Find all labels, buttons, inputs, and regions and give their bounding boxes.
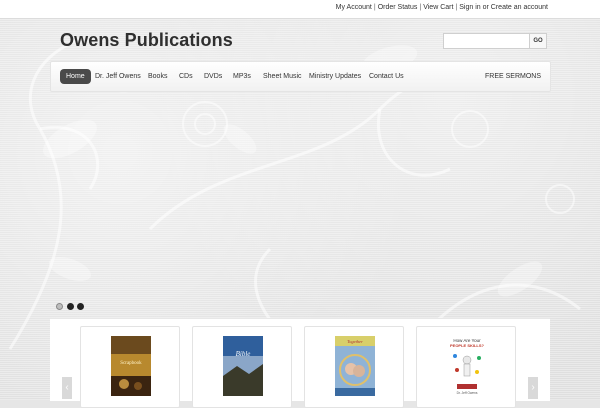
view-cart-link[interactable]: View Cart <box>423 4 453 11</box>
nav-mp3s[interactable]: MP3s <box>233 69 251 84</box>
account-links: My Account | Order Status | View Cart | Sign i… <box>336 4 548 11</box>
product-card[interactable]: Scrapbook <box>80 326 180 408</box>
nav-dvds[interactable]: DVDs <box>204 69 222 84</box>
nav-sheet-music[interactable]: Sheet Music <box>263 69 302 84</box>
cover-title: Scrapbook <box>120 361 142 366</box>
product-card[interactable]: How Are Your PEOPLE SKILLS? Dr. Jeff Owe… <box>416 326 516 408</box>
cover-author: Dr. Jeff Owens <box>457 391 478 395</box>
carousel-next-button[interactable]: › <box>528 377 538 399</box>
carousel-prev-button[interactable]: ‹ <box>62 377 72 399</box>
cover-line2: PEOPLE SKILLS? <box>450 343 485 348</box>
my-account-link[interactable]: My Account <box>336 4 372 11</box>
slider-dot-2[interactable] <box>67 303 74 310</box>
order-status-link[interactable]: Order Status <box>378 4 418 11</box>
create-account-link[interactable]: Create an account <box>491 4 548 11</box>
slider-dot-3[interactable] <box>77 303 84 310</box>
site-title[interactable]: Owens Publications <box>60 30 233 51</box>
product-card[interactable]: Bible <box>192 326 292 408</box>
slider-dot-1[interactable] <box>56 303 63 310</box>
nav-free-sermons[interactable]: FREE SERMONS <box>485 69 541 84</box>
product-cover-image: Together <box>335 336 375 396</box>
cover-title: Together <box>347 339 363 344</box>
search-go-button[interactable]: GO <box>529 33 547 49</box>
nav-cds[interactable]: CDs <box>179 69 193 84</box>
product-cover-image: Scrapbook <box>111 336 151 396</box>
cover-title: Bible <box>236 350 251 358</box>
top-utility-bar: My Account | Order Status | View Cart | Sign i… <box>0 0 600 19</box>
nav-dr-jeff-owens[interactable]: Dr. Jeff Owens <box>95 69 141 84</box>
product-carousel: Scrapbook Bible Together How Are Your PE… <box>50 318 550 408</box>
nav-ministry-updates[interactable]: Ministry Updates <box>309 69 361 84</box>
nav-books[interactable]: Books <box>148 69 167 84</box>
main-navigation: Home Dr. Jeff Owens Books CDs DVDs MP3s … <box>50 61 551 92</box>
search-input[interactable] <box>443 33 531 49</box>
product-cover-image: How Are Your PEOPLE SKILLS? Dr. Jeff Owe… <box>447 336 487 396</box>
nav-contact-us[interactable]: Contact Us <box>369 69 404 84</box>
product-cover-image: Bible <box>223 336 263 396</box>
nav-home[interactable]: Home <box>60 69 91 84</box>
or-text: or <box>482 4 489 11</box>
product-card[interactable]: Together <box>304 326 404 408</box>
sign-in-link[interactable]: Sign in <box>459 4 480 11</box>
